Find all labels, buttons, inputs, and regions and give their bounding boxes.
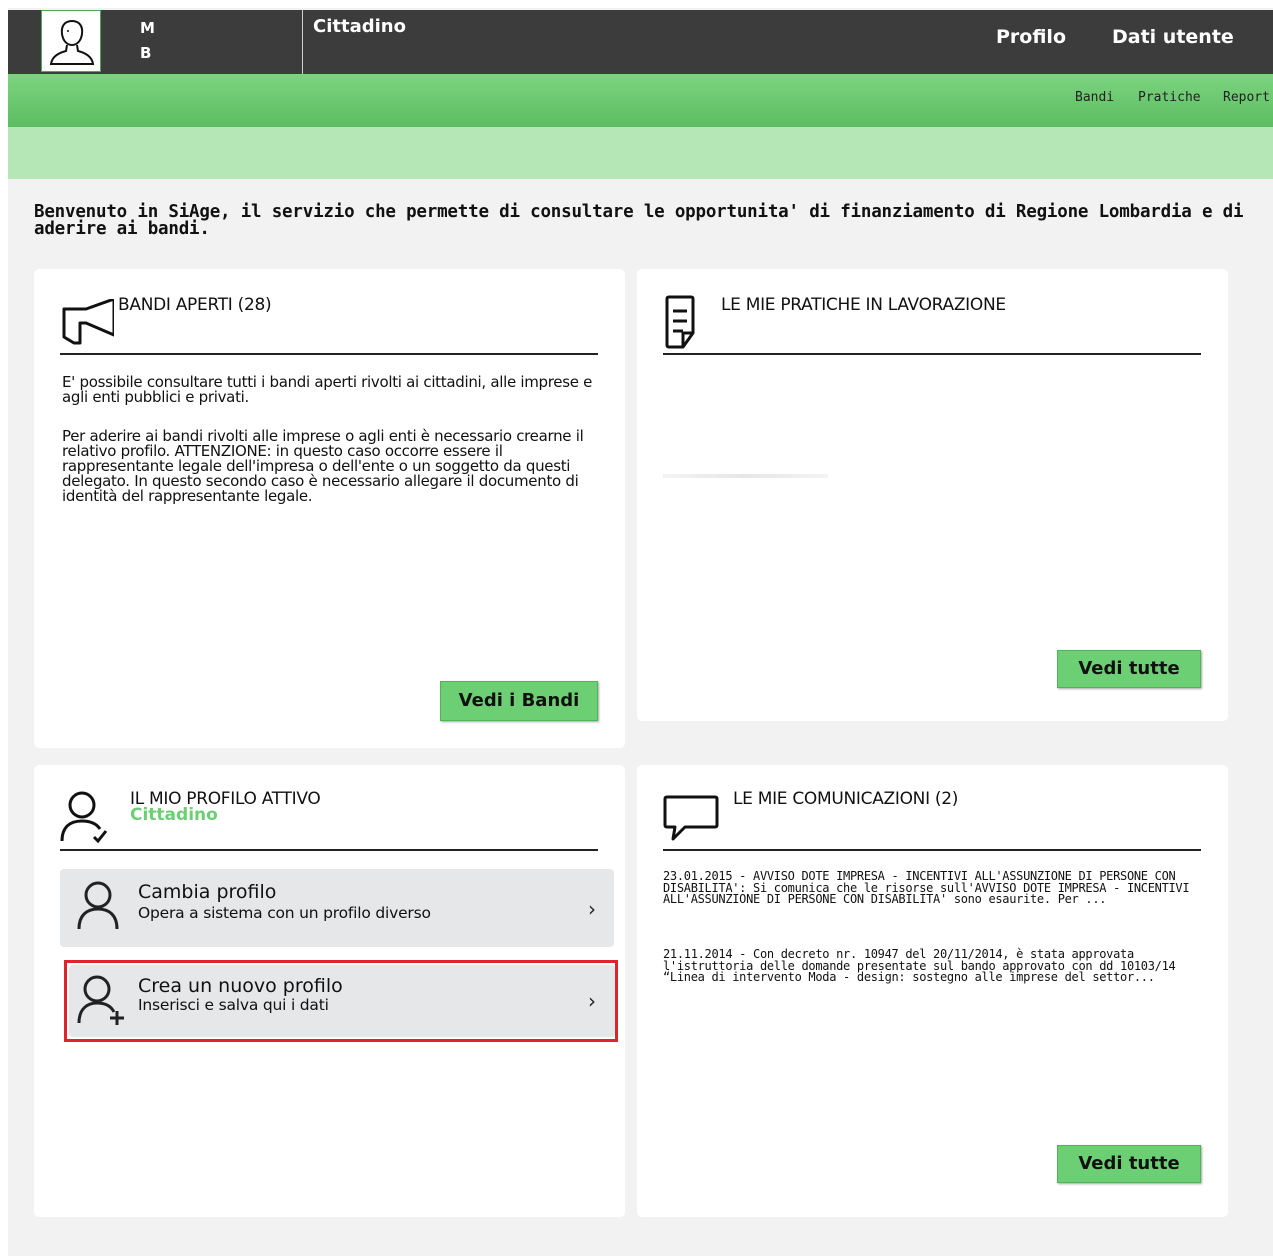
avatar[interactable] xyxy=(41,10,101,72)
highlight-box xyxy=(64,960,618,1042)
bandi-paragraph-2: Per aderire ai bandi rivolti alle impres… xyxy=(62,427,584,505)
user-initials: M B xyxy=(140,16,155,66)
cambia-profilo-title: Cambia profilo xyxy=(138,881,277,903)
current-role: Cittadino xyxy=(313,16,406,37)
pratiche-title: LE MIE PRATICHE IN LAVORAZIONE xyxy=(721,295,1006,315)
nav-profilo[interactable]: Profilo xyxy=(996,26,1066,48)
vedi-bandi-button[interactable]: Vedi i Bandi xyxy=(440,681,598,721)
megaphone-icon xyxy=(62,299,114,345)
subnav-bandi[interactable]: Bandi xyxy=(1075,90,1114,105)
subnav-pratiche[interactable]: Pratiche xyxy=(1138,90,1201,105)
cambia-profilo-option[interactable]: Cambia profilo Opera a sistema con un pr… xyxy=(60,869,614,947)
bandi-title: BANDI APERTI (28) xyxy=(118,295,272,315)
message-item[interactable]: 23.01.2015 - AVVISO DOTE IMPRESA - INCEN… xyxy=(663,870,1203,906)
bandi-divider xyxy=(60,353,598,355)
initial-first: M xyxy=(140,19,155,37)
chat-bubble-icon xyxy=(663,795,719,841)
page-background: M B Cittadino Profilo Dati utente Bandi … xyxy=(8,8,1273,1256)
comunicazioni-card: LE MIE COMUNICAZIONI (2) 23.01.2015 - AV… xyxy=(637,765,1228,1217)
chevron-right-icon: › xyxy=(588,897,596,921)
user-avatar-icon xyxy=(49,19,95,65)
user-check-icon xyxy=(60,791,108,844)
message-item[interactable]: 21.11.2014 - Con decreto nr. 10947 del 2… xyxy=(663,948,1203,984)
header-divider xyxy=(302,10,303,74)
comunicazioni-divider xyxy=(663,849,1201,851)
light-green-band xyxy=(8,127,1273,179)
nav-dati-utente[interactable]: Dati utente xyxy=(1112,26,1234,48)
profilo-divider xyxy=(60,849,598,851)
bandi-card: BANDI APERTI (28) E' possibile consultar… xyxy=(34,269,625,748)
vedi-tutte-pratiche-button[interactable]: Vedi tutte xyxy=(1057,650,1201,688)
cambia-profilo-subtitle: Opera a sistema con un profilo diverso xyxy=(138,904,431,922)
bandi-paragraph-1: E' possibile consultare tutti i bandi ap… xyxy=(62,373,593,406)
subnav-report[interactable]: Report xyxy=(1223,90,1270,105)
pratiche-card: LE MIE PRATICHE IN LAVORAZIONE Vedi tutt… xyxy=(637,269,1228,721)
vedi-tutte-comunicazioni-button[interactable]: Vedi tutte xyxy=(1057,1145,1201,1183)
pratiche-empty-placeholder xyxy=(663,474,828,478)
initial-second: B xyxy=(140,44,152,62)
pratiche-divider xyxy=(663,353,1201,355)
user-icon xyxy=(77,881,119,930)
top-bar: M B Cittadino Profilo Dati utente xyxy=(8,10,1273,74)
profilo-card: IL MIO PROFILO ATTIVO Cittadino Cambia p… xyxy=(34,765,625,1217)
document-icon xyxy=(665,295,695,349)
comunicazioni-title: LE MIE COMUNICAZIONI (2) xyxy=(733,789,959,809)
welcome-text: Benvenuto in SiAge, il servizio che perm… xyxy=(34,202,1244,239)
active-role-label: Cittadino xyxy=(130,805,218,825)
